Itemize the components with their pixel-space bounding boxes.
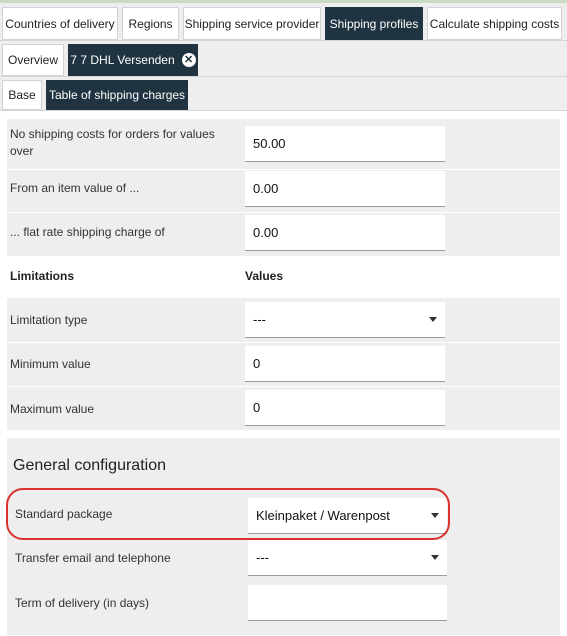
item-value-row: From an item value of ... 0.00: [7, 170, 560, 212]
flat-rate-input[interactable]: 0.00: [245, 215, 445, 251]
tab-profile-dhl-versenden[interactable]: 7 7 DHL Versenden ✕: [68, 44, 198, 76]
tab-shipping-service-provider[interactable]: Shipping service provider: [183, 7, 321, 40]
term-of-delivery-input[interactable]: [248, 585, 447, 621]
tab-label: Table of shipping charges: [48, 88, 186, 102]
transfer-email-label: Transfer email and telephone: [15, 551, 171, 565]
limitations-header: Limitations Values: [7, 256, 560, 296]
chevron-down-icon: [429, 317, 437, 322]
transfer-email-value: ---: [256, 550, 269, 565]
transfer-email-row: Transfer email and telephone ---: [13, 538, 554, 581]
minimum-value-input[interactable]: 0: [245, 346, 445, 382]
tab-table-of-shipping-charges[interactable]: Table of shipping charges: [46, 80, 188, 110]
flat-rate-row: ... flat rate shipping charge of 0.00: [7, 213, 560, 256]
chevron-down-icon: [431, 555, 439, 560]
limitation-type-row: Limitation type ---: [7, 298, 560, 342]
standard-package-row: Standard package Kleinpaket / Warenpost: [13, 493, 554, 537]
limitation-type-value: ---: [253, 312, 266, 327]
tab-overview[interactable]: Overview: [2, 44, 64, 76]
limitations-heading: Limitations: [10, 269, 75, 283]
maximum-value-label: Maximum value: [10, 402, 95, 416]
close-icon[interactable]: ✕: [181, 53, 196, 67]
free-shipping-input[interactable]: 50.00: [245, 126, 445, 162]
term-of-delivery-row: Term of delivery (in days): [13, 582, 554, 626]
tab-regions[interactable]: Regions: [122, 7, 179, 40]
tab-label: 7 7 DHL Versenden: [70, 53, 175, 67]
sub-tabbar: Base Table of shipping charges: [0, 77, 567, 111]
general-configuration-section: General configuration Standard package K…: [7, 438, 560, 635]
limitation-type-label: Limitation type: [10, 313, 88, 327]
tab-label: Shipping service provider: [184, 16, 320, 31]
profile-tabbar: Overview 7 7 DHL Versenden ✕: [0, 41, 567, 77]
maximum-value-input[interactable]: 0: [245, 390, 445, 426]
limitation-type-select[interactable]: ---: [245, 302, 445, 338]
main-tabbar: Countries of delivery Regions Shipping s…: [0, 3, 567, 41]
tab-countries-of-delivery[interactable]: Countries of delivery: [2, 7, 118, 40]
free-shipping-label: No shipping costs for orders for values …: [10, 127, 215, 158]
transfer-email-select[interactable]: ---: [248, 540, 447, 576]
tab-label: Overview: [7, 53, 58, 67]
tab-shipping-profiles[interactable]: Shipping profiles: [325, 7, 423, 40]
tab-label: Regions: [128, 16, 173, 31]
minimum-value-row: Minimum value 0: [7, 343, 560, 386]
standard-package-value: Kleinpaket / Warenpost: [256, 508, 390, 523]
maximum-value-row: Maximum value 0: [7, 387, 560, 430]
minimum-value-label: Minimum value: [10, 357, 91, 371]
chevron-down-icon: [431, 513, 439, 518]
tab-label: Calculate shipping costs: [429, 16, 560, 31]
tab-label: Shipping profiles: [329, 16, 419, 31]
tab-calculate-shipping-costs[interactable]: Calculate shipping costs: [427, 7, 562, 40]
term-of-delivery-label: Term of delivery (in days): [15, 596, 150, 610]
tab-base[interactable]: Base: [2, 80, 42, 110]
standard-package-select[interactable]: Kleinpaket / Warenpost: [248, 498, 447, 534]
general-configuration-title: General configuration: [13, 457, 166, 474]
free-shipping-row: No shipping costs for orders for values …: [7, 119, 560, 169]
standard-package-label: Standard package: [15, 507, 113, 521]
item-value-input[interactable]: 0.00: [245, 171, 445, 207]
values-heading: Values: [245, 269, 284, 283]
flat-rate-label: ... flat rate shipping charge of: [10, 225, 165, 239]
item-value-label: From an item value of ...: [10, 181, 140, 195]
tab-label: Countries of delivery: [5, 16, 115, 31]
tab-label: Base: [8, 88, 36, 102]
